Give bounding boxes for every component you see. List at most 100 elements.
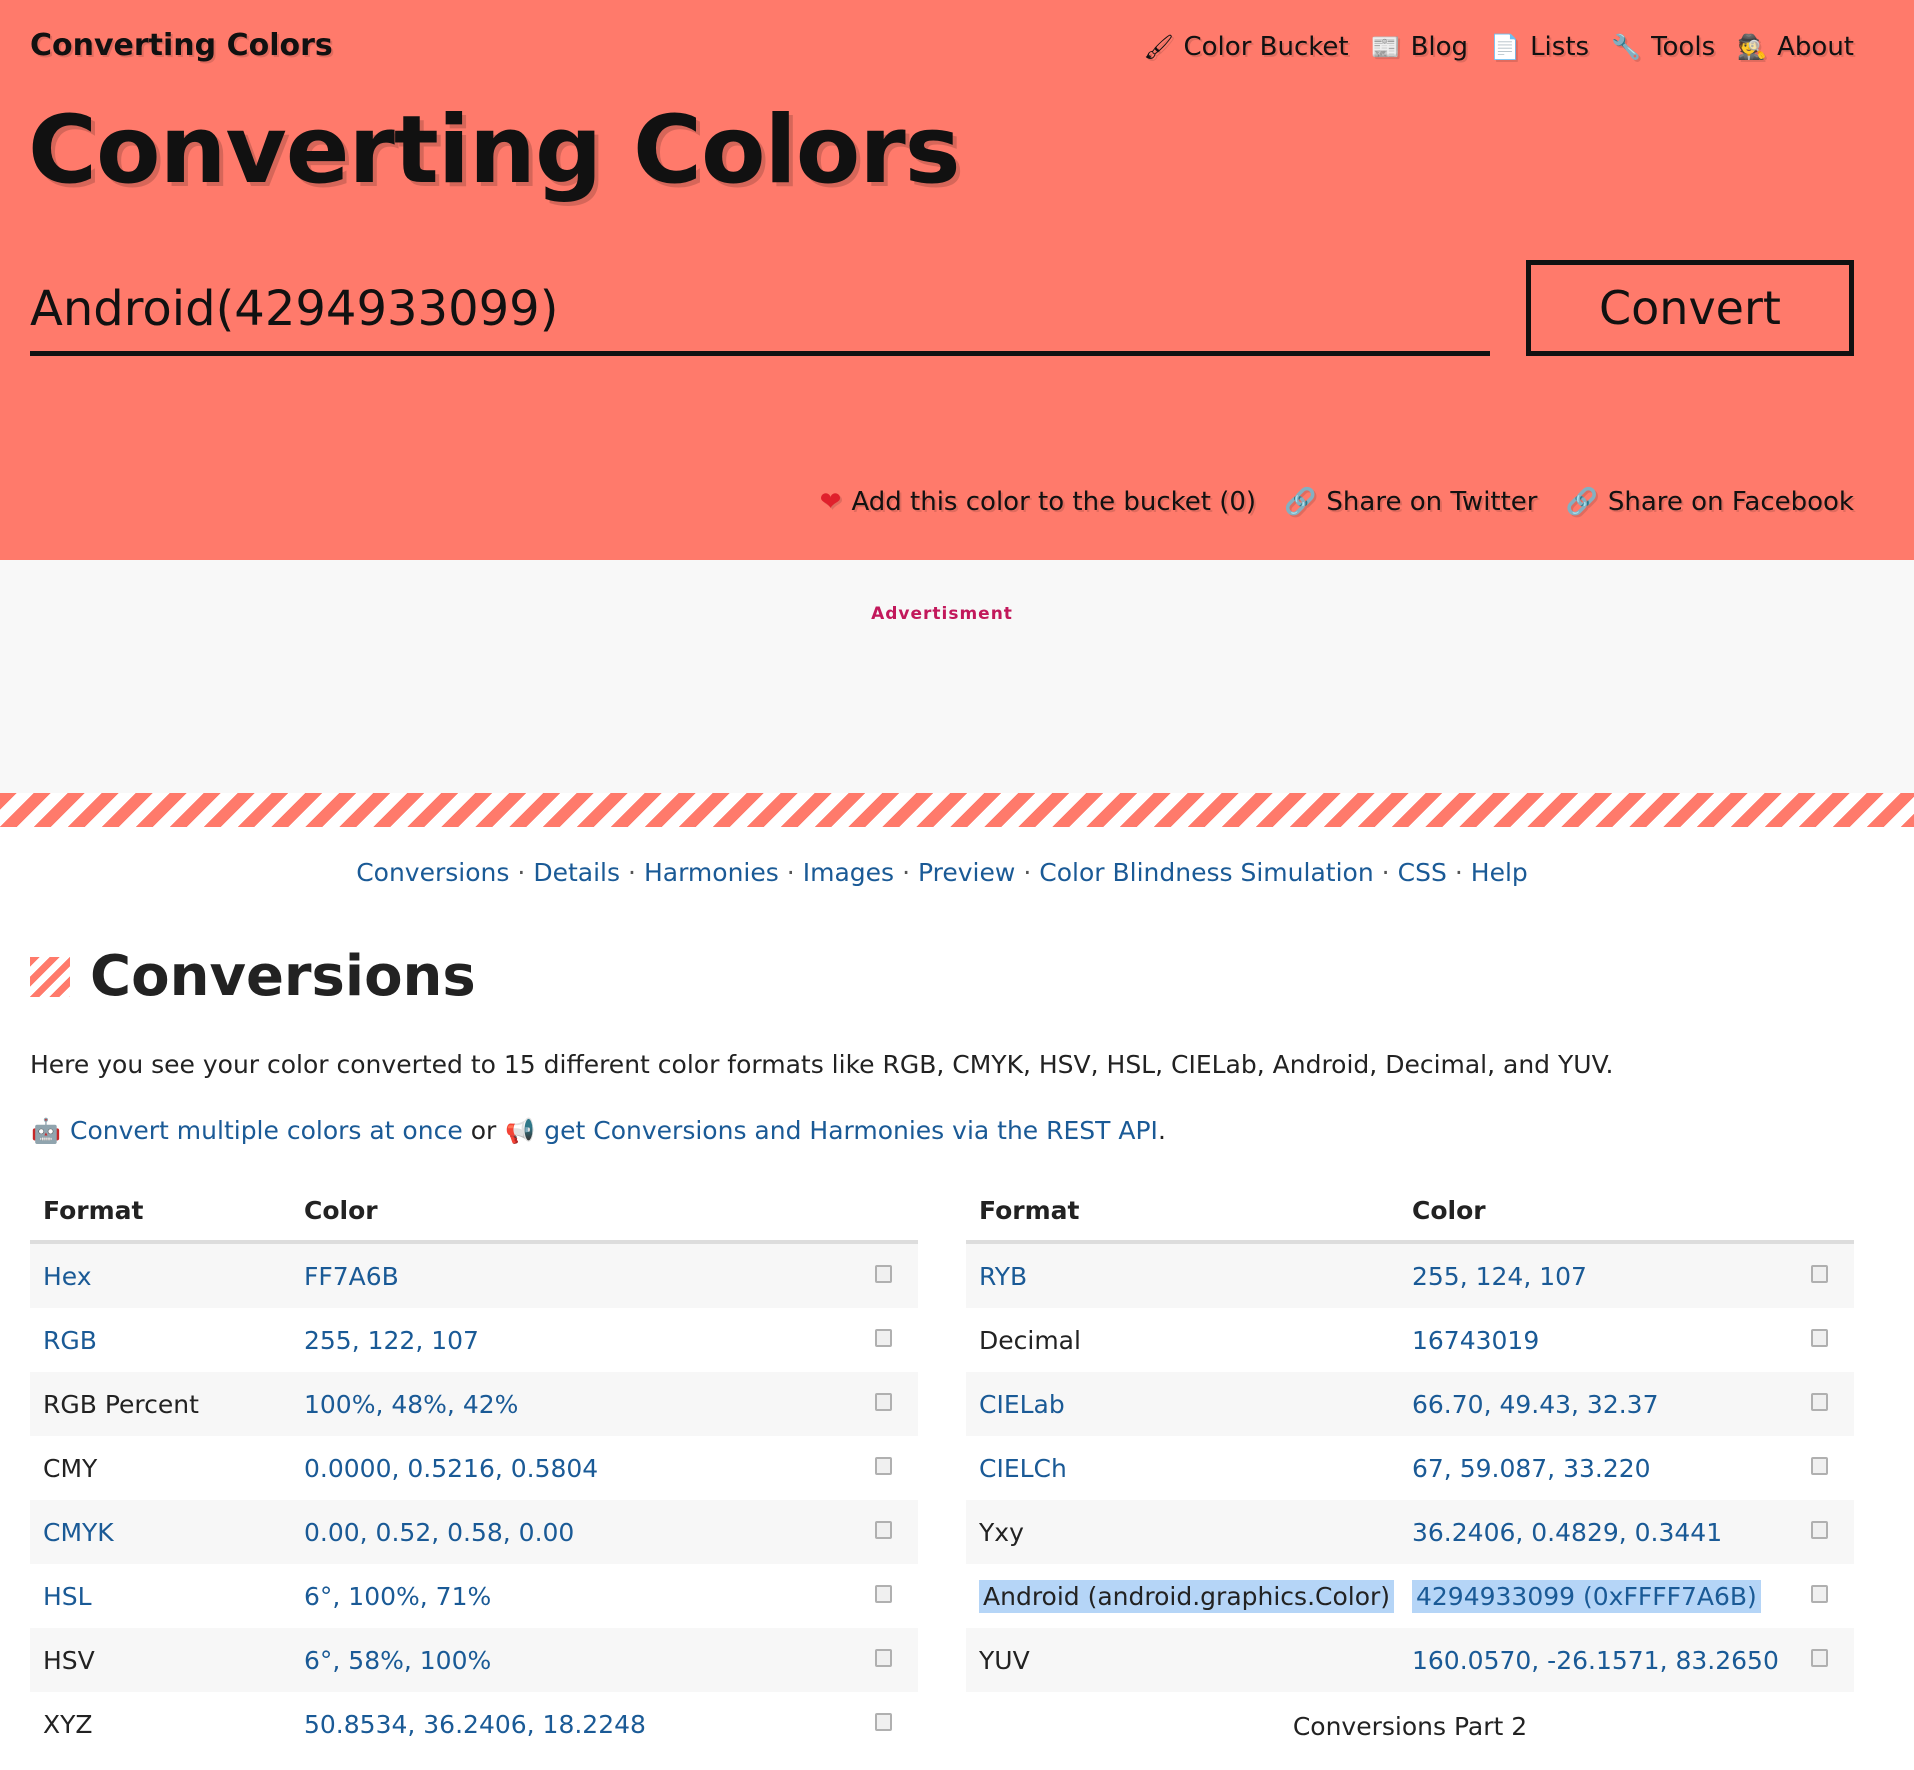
table-row: HSV 6°, 58%, 100% bbox=[30, 1628, 918, 1692]
color-value-cell: 0.0000, 0.5216, 0.5804 bbox=[304, 1454, 848, 1483]
color-value-cell: 6°, 100%, 71% bbox=[304, 1582, 848, 1611]
convert-multiple-link[interactable]: Convert multiple colors at once bbox=[70, 1116, 463, 1145]
copy-button[interactable] bbox=[1784, 1392, 1854, 1416]
format-name: CMY bbox=[43, 1453, 98, 1483]
format-cell: Android (android.graphics.Color) bbox=[966, 1579, 1412, 1613]
clipboard-icon bbox=[874, 1264, 892, 1283]
share-twitter-link[interactable]: 🔗 Share on Twitter bbox=[1284, 487, 1537, 517]
section-link-images[interactable]: Images bbox=[803, 858, 894, 887]
copy-button[interactable] bbox=[848, 1648, 918, 1672]
color-value-cell: 67, 59.087, 33.220 bbox=[1412, 1454, 1784, 1483]
copy-button[interactable] bbox=[1784, 1264, 1854, 1288]
format-name[interactable]: RGB bbox=[43, 1326, 97, 1355]
rest-api-link[interactable]: get Conversions and Harmonies via the RE… bbox=[544, 1116, 1158, 1145]
page-title: Converting Colors bbox=[28, 96, 961, 205]
nav-color-bucket[interactable]: 🖌 Color Bucket bbox=[1144, 32, 1349, 62]
table-row: CMYK 0.00, 0.52, 0.58, 0.00 bbox=[30, 1500, 918, 1564]
section-link-color-blindness[interactable]: Color Blindness Simulation bbox=[1039, 858, 1373, 887]
color-value[interactable]: 6°, 100%, 71% bbox=[304, 1582, 491, 1611]
table-row: CIELCh 67, 59.087, 33.220 bbox=[966, 1436, 1854, 1500]
color-value[interactable]: 255, 124, 107 bbox=[1412, 1262, 1587, 1291]
advertisement-label: Advertisment bbox=[871, 604, 1013, 624]
copy-button[interactable] bbox=[1784, 1328, 1854, 1352]
color-value[interactable]: 0.0000, 0.5216, 0.5804 bbox=[304, 1454, 598, 1483]
clipboard-icon bbox=[1810, 1584, 1828, 1603]
format-name[interactable]: RYB bbox=[979, 1262, 1027, 1291]
format-name[interactable]: CMYK bbox=[43, 1518, 114, 1547]
color-value[interactable]: 36.2406, 0.4829, 0.3441 bbox=[1412, 1518, 1722, 1547]
table-row: RGB 255, 122, 107 bbox=[30, 1308, 918, 1372]
color-column-header: Color bbox=[1412, 1195, 1486, 1225]
format-name[interactable]: HSL bbox=[43, 1582, 92, 1611]
color-value-cell: 50.8534, 36.2406, 18.2248 bbox=[304, 1710, 848, 1739]
section-link-details[interactable]: Details bbox=[533, 858, 620, 887]
table-header: Format Color bbox=[966, 1180, 1854, 1244]
format-name: HSV bbox=[43, 1645, 95, 1675]
nav-lists[interactable]: 📄 Lists bbox=[1490, 32, 1589, 62]
copy-button[interactable] bbox=[848, 1328, 918, 1352]
copy-button[interactable] bbox=[848, 1584, 918, 1608]
color-value-cell: 66.70, 49.43, 32.37 bbox=[1412, 1390, 1784, 1419]
section-link-css[interactable]: CSS bbox=[1398, 858, 1447, 887]
page-icon: 📄 bbox=[1490, 33, 1520, 61]
color-value[interactable]: 0.00, 0.52, 0.58, 0.00 bbox=[304, 1518, 574, 1547]
color-value-cell: 255, 124, 107 bbox=[1412, 1262, 1784, 1291]
color-value[interactable]: 6°, 58%, 100% bbox=[304, 1646, 491, 1675]
color-value[interactable]: FF7A6B bbox=[304, 1262, 399, 1291]
format-name: YUV bbox=[979, 1645, 1030, 1675]
color-value-cell: 6°, 58%, 100% bbox=[304, 1646, 848, 1675]
site-title[interactable]: Converting Colors bbox=[30, 28, 333, 63]
clipboard-icon bbox=[874, 1520, 892, 1539]
share-facebook-label: Share on Facebook bbox=[1607, 487, 1854, 517]
convert-button[interactable]: Convert bbox=[1526, 260, 1854, 356]
copy-button[interactable] bbox=[1784, 1520, 1854, 1544]
format-name[interactable]: CIELab bbox=[979, 1390, 1065, 1419]
format-name: Android (android.graphics.Color) bbox=[979, 1579, 1395, 1613]
add-to-bucket-button[interactable]: ❤ Add this color to the bucket (0) bbox=[820, 487, 1256, 517]
color-value-cell: 36.2406, 0.4829, 0.3441 bbox=[1412, 1518, 1784, 1547]
section-link-preview[interactable]: Preview bbox=[918, 858, 1015, 887]
nav-about[interactable]: 🕵 About bbox=[1737, 32, 1854, 62]
section-link-conversions[interactable]: Conversions bbox=[356, 858, 509, 887]
nav-label: Tools bbox=[1651, 32, 1716, 62]
clipboard-icon bbox=[874, 1648, 892, 1667]
color-value-cell: 4294933099 (0xFFFF7A6B) bbox=[1412, 1579, 1784, 1613]
share-facebook-link[interactable]: 🔗 Share on Facebook bbox=[1566, 487, 1855, 517]
color-value[interactable]: 100%, 48%, 42% bbox=[304, 1390, 518, 1419]
nav-tools[interactable]: 🔧 Tools bbox=[1611, 32, 1715, 62]
copy-button[interactable] bbox=[1784, 1584, 1854, 1608]
table-body: RYB 255, 124, 107 Decimal 16743019 CIELab 66.… bbox=[966, 1244, 1854, 1692]
color-input[interactable] bbox=[30, 266, 1490, 356]
or-text: or bbox=[470, 1116, 497, 1145]
conversions-table-part-2: Format Color RYB 255, 124, 107 Decimal 1674… bbox=[966, 1180, 1854, 1692]
period-text: . bbox=[1157, 1116, 1166, 1145]
format-cell: RGB bbox=[30, 1326, 304, 1355]
copy-button[interactable] bbox=[1784, 1648, 1854, 1672]
color-value[interactable]: 50.8534, 36.2406, 18.2248 bbox=[304, 1710, 646, 1739]
color-value[interactable]: 160.0570, -26.1571, 83.2650 bbox=[1412, 1646, 1779, 1675]
color-column-header: Color bbox=[304, 1195, 378, 1225]
color-value[interactable]: 66.70, 49.43, 32.37 bbox=[1412, 1390, 1659, 1419]
copy-button[interactable] bbox=[1784, 1456, 1854, 1480]
copy-button[interactable] bbox=[848, 1712, 918, 1736]
color-value-cell: 16743019 bbox=[1412, 1326, 1784, 1355]
copy-button[interactable] bbox=[848, 1264, 918, 1288]
section-link-harmonies[interactable]: Harmonies bbox=[644, 858, 779, 887]
format-cell: RGB Percent bbox=[30, 1390, 304, 1419]
copy-button[interactable] bbox=[848, 1392, 918, 1416]
color-value[interactable]: 255, 122, 107 bbox=[304, 1326, 479, 1355]
copy-button[interactable] bbox=[848, 1456, 918, 1480]
share-twitter-label: Share on Twitter bbox=[1326, 487, 1538, 517]
stripe-divider bbox=[0, 793, 1914, 827]
format-name[interactable]: Hex bbox=[43, 1262, 92, 1291]
section-link-help[interactable]: Help bbox=[1471, 858, 1528, 887]
color-value-cell: 255, 122, 107 bbox=[304, 1326, 848, 1355]
nav-blog[interactable]: 📰 Blog bbox=[1371, 32, 1468, 62]
format-name: Decimal bbox=[979, 1325, 1081, 1355]
color-value[interactable]: 67, 59.087, 33.220 bbox=[1412, 1454, 1651, 1483]
table-row: RGB Percent 100%, 48%, 42% bbox=[30, 1372, 918, 1436]
format-name[interactable]: CIELCh bbox=[979, 1454, 1067, 1483]
color-value[interactable]: 4294933099 (0xFFFF7A6B) bbox=[1412, 1579, 1761, 1613]
copy-button[interactable] bbox=[848, 1520, 918, 1544]
color-value[interactable]: 16743019 bbox=[1412, 1326, 1539, 1355]
